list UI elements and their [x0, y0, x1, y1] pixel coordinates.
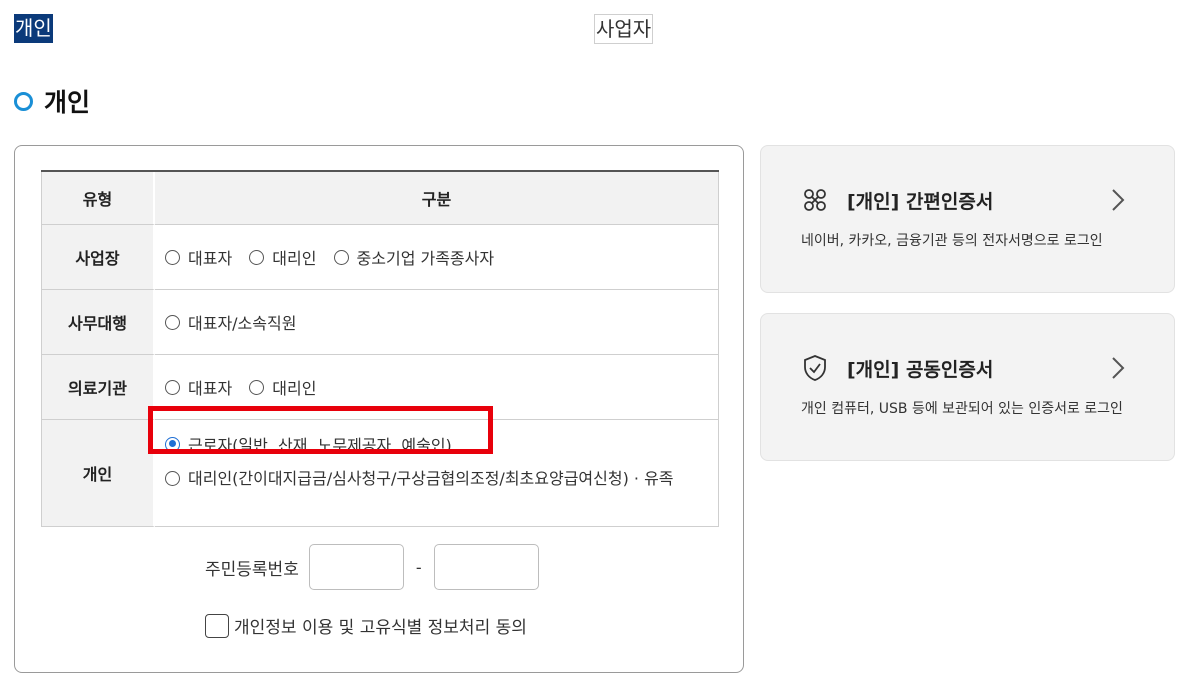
table-row: 개인 근로자(일반, 산재, 노무제공자, 예술인) 대리인(간이대지급금/심사… [41, 420, 719, 527]
radio-icon [165, 249, 180, 265]
consent-checkbox[interactable]: 개인정보 이용 및 고유식별 정보처리 동의 [205, 613, 527, 638]
radio-medical-agent[interactable]: 대리인 [249, 375, 316, 399]
simple-cert-desc: 네이버, 카카오, 금융기관 등의 전자서명으로 로그인 [801, 233, 1103, 249]
shield-check-icon [804, 355, 826, 381]
radio-icon [165, 471, 180, 486]
simple-cert-icon [804, 189, 826, 211]
radio-selected-icon [165, 436, 180, 452]
row-type-label: 개인 [41, 420, 155, 527]
row-type-label: 의료기관 [41, 355, 155, 420]
radio-icon [333, 249, 349, 265]
row-type-label: 사무대행 [41, 290, 155, 355]
header-category: 구분 [155, 172, 719, 225]
radio-office-representative[interactable]: 대표자/소속직원 [165, 310, 296, 334]
resident-number-label: 주민등록번호 [205, 559, 299, 580]
joint-cert-login-card[interactable]: [개인] 공동인증서 개인 컴퓨터, USB 등에 보관되어 있는 인증서로 로… [760, 313, 1175, 461]
row-type-label: 사업장 [41, 225, 155, 290]
joint-cert-title: [개인] 공동인증서 [847, 358, 994, 381]
resident-number-row: 주민등록번호 - [205, 542, 539, 592]
user-type-table: 유형 구분 사업장 대표자 대리인 중소기업 가족종사자 사무대행 대표자/소속… [41, 170, 719, 527]
user-type-tabs: 개인 사업자 [0, 0, 1186, 60]
login-type-panel: 유형 구분 사업장 대표자 대리인 중소기업 가족종사자 사무대행 대표자/소속… [14, 145, 744, 673]
resident-number-front-input[interactable] [308, 544, 404, 590]
consent-label: 개인정보 이용 및 고유식별 정보처리 동의 [234, 618, 527, 638]
radio-medical-representative[interactable]: 대표자 [165, 375, 232, 399]
checkbox-icon [205, 613, 229, 638]
table-row: 사업장 대표자 대리인 중소기업 가족종사자 [41, 225, 719, 290]
resident-number-back-input[interactable] [433, 544, 539, 590]
simple-cert-login-card[interactable]: [개인] 간편인증서 네이버, 카카오, 금융기관 등의 전자서명으로 로그인 [760, 145, 1175, 293]
header-type: 유형 [41, 172, 155, 225]
joint-cert-desc: 개인 컴퓨터, USB 등에 보관되어 있는 인증서로 로그인 [801, 401, 1123, 417]
simple-cert-title: [개인] 간편인증서 [847, 190, 994, 213]
resident-number-dash: - [415, 557, 422, 577]
radio-worker[interactable]: 근로자(일반, 산재, 노무제공자, 예술인) [165, 432, 452, 456]
radio-icon [249, 379, 265, 395]
table-row: 사무대행 대표자/소속직원 [41, 290, 719, 355]
radio-icon [165, 314, 180, 330]
tab-individual[interactable]: 개인 [14, 14, 53, 43]
radio-workplace-agent[interactable]: 대리인 [249, 245, 316, 269]
radio-icon [249, 249, 265, 265]
table-row: 의료기관 대표자 대리인 [41, 355, 719, 420]
chevron-right-icon [1112, 189, 1125, 211]
radio-workplace-family-worker[interactable]: 중소기업 가족종사자 [333, 245, 494, 269]
radio-personal-agent[interactable]: 대리인(간이대지급금/심사청구/구상금협의조정/최초요양급여신청) · 유족 [165, 464, 685, 494]
radio-workplace-representative[interactable]: 대표자 [165, 245, 232, 269]
radio-icon [165, 379, 180, 395]
tab-business[interactable]: 사업자 [594, 14, 654, 44]
section-title: 개인 [14, 84, 90, 118]
chevron-right-icon [1112, 357, 1125, 379]
section-title-text: 개인 [44, 88, 91, 117]
bullet-icon [14, 91, 33, 111]
